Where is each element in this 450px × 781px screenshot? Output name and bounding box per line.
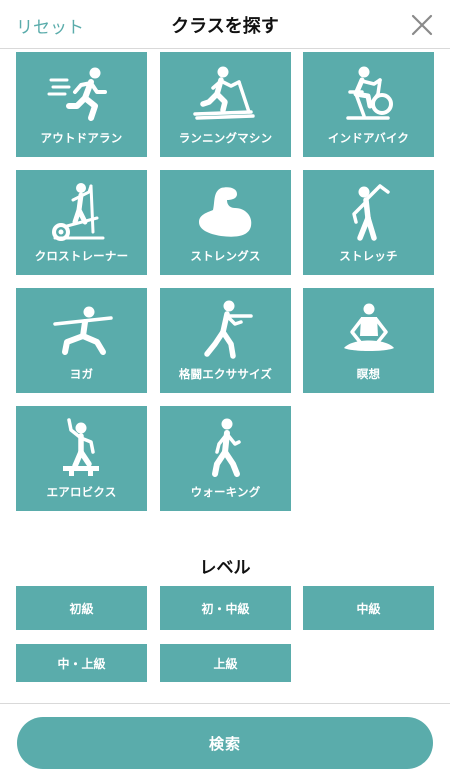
stretch-icon xyxy=(351,184,390,241)
aerobics-step-icon xyxy=(62,418,99,476)
level-option-intermediate-advanced[interactable]: 中・上級 xyxy=(16,644,147,682)
class-tile-walking[interactable]: ウォーキング xyxy=(160,406,291,511)
strength-arm-icon xyxy=(198,187,251,237)
class-label: エアロビクス xyxy=(46,485,117,499)
header-bar: リセット クラスを探す xyxy=(0,0,450,49)
close-icon[interactable] xyxy=(410,13,434,37)
boxing-icon xyxy=(203,300,253,359)
page-title: クラスを探す xyxy=(171,16,279,37)
class-tile-yoga[interactable]: ヨガ xyxy=(16,288,147,393)
class-label: 瞑想 xyxy=(356,367,381,381)
class-label: ランニングマシン xyxy=(178,131,273,145)
class-tile-boxing[interactable]: 格闘エクササイズ xyxy=(160,288,291,393)
class-label: 格闘エクササイズ xyxy=(178,367,273,381)
walking-icon xyxy=(211,418,241,477)
footer-bar: 検索 xyxy=(0,703,450,781)
indoor-bike-icon xyxy=(345,66,393,120)
level-option-beginner[interactable]: 初級 xyxy=(16,586,147,630)
class-label: ヨガ xyxy=(69,367,94,381)
class-label: アウトドアラン xyxy=(40,131,123,145)
class-label: インドアバイク xyxy=(327,131,410,145)
class-tile-strength[interactable]: ストレングス xyxy=(160,170,291,275)
level-section-title: レベル xyxy=(199,558,251,578)
class-tile-aerobics[interactable]: エアロビクス xyxy=(16,406,147,511)
class-tile-treadmill[interactable]: ランニングマシン xyxy=(160,52,291,157)
class-tile-outdoor-run[interactable]: アウトドアラン xyxy=(16,52,147,157)
class-label: ウォーキング xyxy=(190,485,261,499)
class-label: クロストレーナー xyxy=(34,249,129,263)
class-tile-cross-trainer[interactable]: クロストレーナー xyxy=(16,170,147,275)
class-label: ストレッチ xyxy=(339,249,398,263)
level-option-advanced[interactable]: 上級 xyxy=(160,644,291,682)
class-tile-meditation[interactable]: 瞑想 xyxy=(303,288,434,393)
cross-trainer-icon xyxy=(51,183,104,241)
level-option-intermediate[interactable]: 中級 xyxy=(303,586,434,630)
treadmill-icon xyxy=(192,66,255,120)
meditation-icon xyxy=(343,303,394,351)
level-option-beginner-intermediate[interactable]: 初・中級 xyxy=(160,586,291,630)
outdoor-run-icon xyxy=(47,67,107,121)
class-tile-stretch[interactable]: ストレッチ xyxy=(303,170,434,275)
class-label: ストレングス xyxy=(190,249,261,263)
search-button[interactable]: 検索 xyxy=(17,717,433,769)
yoga-icon xyxy=(52,306,113,355)
class-tile-indoor-bike[interactable]: インドアバイク xyxy=(303,52,434,157)
